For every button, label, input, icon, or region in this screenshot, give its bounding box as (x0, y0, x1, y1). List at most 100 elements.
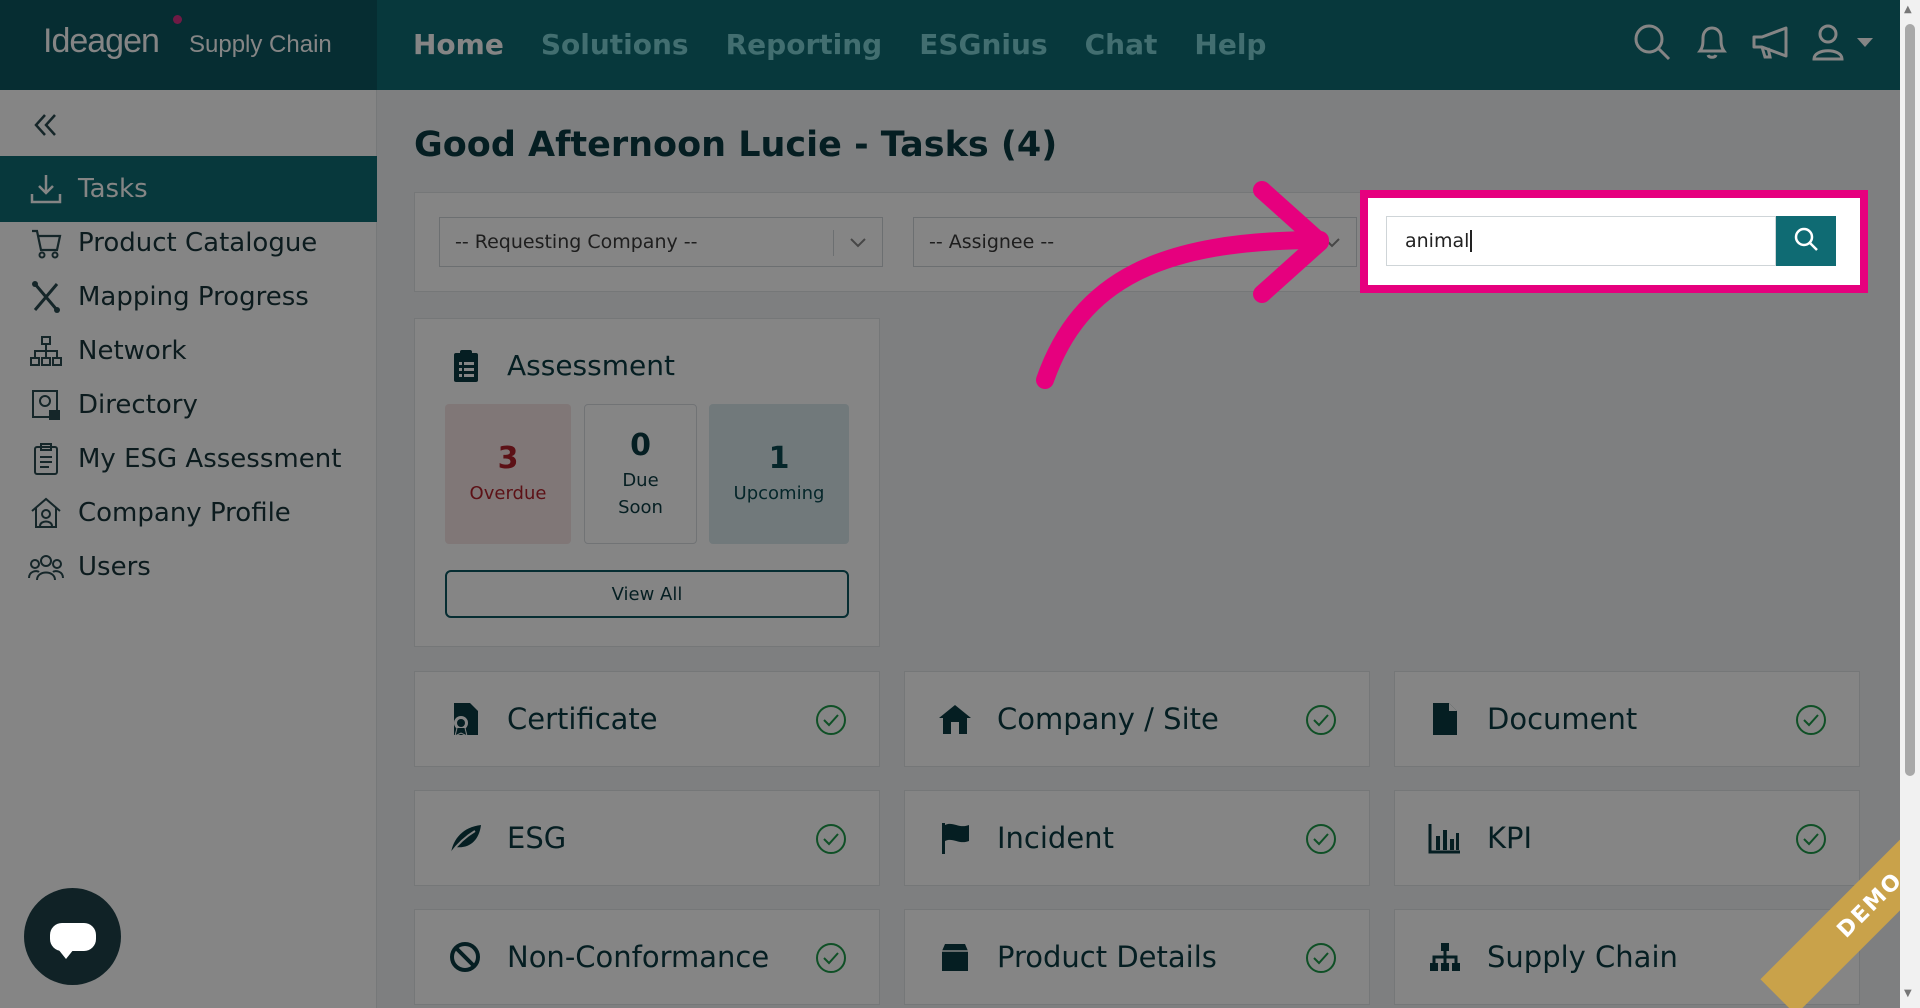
search-input-value: animal (1405, 230, 1470, 252)
brand-product: Supply Chain (189, 31, 332, 58)
users-icon (28, 549, 64, 585)
check-circle-icon (815, 823, 847, 859)
tile-label: Incident (997, 821, 1114, 855)
leaf-icon (445, 818, 485, 858)
tile-document[interactable]: Document (1394, 671, 1860, 767)
tile-non-conformance[interactable]: Non-Conformance (414, 909, 880, 1005)
chat-bubble-icon (49, 922, 96, 959)
sidebar-item-label: Network (78, 336, 187, 366)
hierarchy-icon (1425, 937, 1465, 977)
home-icon (935, 699, 975, 739)
tile-label: Supply Chain (1487, 940, 1678, 974)
tile-certificate[interactable]: Certificate (414, 671, 880, 767)
search-button[interactable] (1776, 216, 1836, 266)
sidebar-item-label: Mapping Progress (78, 282, 309, 312)
overdue-stat[interactable]: 3 Overdue (445, 404, 571, 544)
chevron-down-icon (1323, 233, 1341, 256)
nav-esgnius[interactable]: ESGnius (919, 28, 1047, 61)
user-icon[interactable] (1810, 22, 1850, 66)
overdue-count: 3 (497, 441, 519, 476)
tile-label: Certificate (507, 702, 658, 736)
collapse-sidebar-icon[interactable] (30, 110, 60, 144)
check-circle-icon (815, 942, 847, 978)
network-icon (28, 333, 64, 369)
main-nav: Home Solutions Reporting ESGnius Chat He… (413, 28, 1266, 61)
cart-icon (28, 225, 64, 261)
check-circle-icon (1305, 704, 1337, 740)
view-all-button[interactable]: View All (445, 570, 849, 618)
sidebar: Tasks Product Catalogue Mapping Progress… (0, 90, 377, 1008)
sidebar-item-label: Product Catalogue (78, 228, 318, 258)
tile-product-details[interactable]: Product Details (904, 909, 1370, 1005)
nav-help[interactable]: Help (1194, 28, 1266, 61)
nav-solutions[interactable]: Solutions (541, 28, 689, 61)
upcoming-count: 1 (768, 441, 790, 476)
brand-logo[interactable]: Ideagen Supply Chain (0, 0, 377, 90)
mapping-icon (28, 279, 64, 315)
due-soon-label-line2: Soon (618, 496, 663, 518)
check-circle-icon (815, 704, 847, 740)
tile-label: Product Details (997, 940, 1217, 974)
sidebar-item-label: Company Profile (78, 498, 291, 528)
due-soon-count: 0 (630, 427, 651, 463)
due-soon-label: Due Soon (618, 467, 663, 521)
check-circle-icon (1795, 704, 1827, 740)
sidebar-item-users[interactable]: Users (0, 534, 377, 600)
tile-label: KPI (1487, 821, 1533, 855)
tile-incident[interactable]: Incident (904, 790, 1370, 886)
brand-name: Ideagen (43, 22, 160, 60)
check-circle-icon (1795, 823, 1827, 859)
requesting-company-select[interactable]: -- Requesting Company -- (439, 217, 883, 267)
tile-label: Non-Conformance (507, 940, 770, 974)
check-circle-icon (1305, 823, 1337, 859)
directory-icon (28, 387, 64, 423)
top-bar: Ideagen Supply Chain Home Solutions Repo… (0, 0, 1920, 90)
select-separator (833, 230, 834, 256)
due-soon-label-line1: Due (622, 469, 659, 491)
tile-kpi[interactable]: KPI (1394, 790, 1860, 886)
due-soon-stat[interactable]: 0 Due Soon (584, 404, 697, 544)
sidebar-item-label: Tasks (78, 174, 148, 204)
bar-chart-icon (1425, 818, 1465, 858)
page-title: Good Afternoon Lucie - Tasks (4) (414, 125, 1058, 165)
tile-label: Document (1487, 702, 1638, 736)
assessment-title: Assessment (507, 349, 675, 382)
box-icon (935, 937, 975, 977)
bell-icon[interactable] (1692, 22, 1732, 66)
company-icon (28, 495, 64, 531)
download-tray-icon (28, 171, 64, 207)
clipboard-icon (28, 441, 64, 477)
certificate-icon (445, 699, 485, 739)
scrollbar[interactable]: ▲ ▼ (1900, 0, 1920, 1008)
nav-chat[interactable]: Chat (1085, 28, 1158, 61)
scroll-down-icon[interactable]: ▼ (1904, 988, 1912, 999)
clipboard-list-icon (451, 349, 481, 387)
caret-down-icon[interactable] (1856, 34, 1874, 53)
document-icon (1425, 699, 1465, 739)
flag-icon (935, 818, 975, 858)
tile-label: Company / Site (997, 702, 1219, 736)
logo-dot (173, 15, 182, 24)
tile-company-site[interactable]: Company / Site (904, 671, 1370, 767)
check-circle-icon (1305, 942, 1337, 978)
tile-label: ESG (507, 821, 567, 855)
sidebar-item-label: My ESG Assessment (78, 444, 342, 474)
nav-reporting[interactable]: Reporting (726, 28, 883, 61)
upcoming-stat[interactable]: 1 Upcoming (709, 404, 849, 544)
search-input[interactable]: animal (1386, 216, 1776, 266)
chat-widget-button[interactable] (24, 888, 121, 985)
overdue-label: Overdue (469, 483, 547, 504)
nav-home[interactable]: Home (413, 28, 504, 61)
sidebar-item-label: Directory (78, 390, 198, 420)
text-caret (1470, 230, 1473, 252)
search-icon (1792, 225, 1820, 257)
search-icon[interactable] (1632, 22, 1672, 66)
tile-esg[interactable]: ESG (414, 790, 880, 886)
upcoming-label: Upcoming (733, 483, 825, 504)
scrollbar-thumb[interactable] (1905, 24, 1915, 776)
chevron-down-icon (849, 233, 867, 256)
ban-icon (445, 937, 485, 977)
megaphone-icon[interactable] (1750, 22, 1794, 66)
assignee-select[interactable]: -- Assignee -- (913, 217, 1357, 267)
scroll-up-icon[interactable]: ▲ (1904, 4, 1912, 15)
